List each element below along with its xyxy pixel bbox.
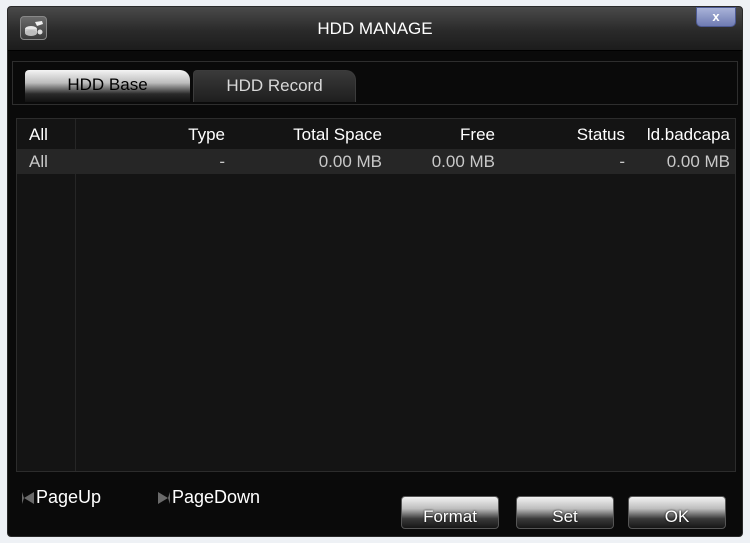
page-down-arrow-icon — [158, 492, 170, 505]
table-header-row: All Type Total Space Free Status ld.badc… — [17, 122, 735, 147]
header-total-space: Total Space — [293, 125, 382, 144]
cell-type: - — [219, 152, 225, 171]
header-free: Free — [460, 125, 495, 144]
cell-status: - — [619, 152, 625, 171]
tab-hdd-record[interactable]: HDD Record — [193, 70, 356, 102]
ok-button[interactable]: OK — [628, 496, 726, 529]
page-up-arrow-icon — [22, 492, 34, 505]
cell-total-space: 0.00 MB — [318, 152, 382, 171]
header-all[interactable]: All — [29, 125, 48, 145]
format-button[interactable]: Format — [401, 496, 499, 529]
cell-free: 0.00 MB — [431, 152, 495, 171]
set-button[interactable]: Set — [516, 496, 614, 529]
header-type: Type — [188, 125, 225, 144]
header-status: Status — [576, 125, 625, 144]
hdd-table: All Type Total Space Free Status ld.badc… — [16, 118, 736, 472]
close-button[interactable]: x — [696, 7, 736, 27]
tab-hdd-base[interactable]: HDD Base — [25, 70, 190, 102]
hdd-manage-dialog: HDD MANAGE x HDD Base HDD Record All Typ… — [7, 6, 743, 537]
table-row[interactable]: All - 0.00 MB 0.00 MB - 0.00 MB — [17, 149, 735, 174]
header-bad-capacity: ld.badcapa — [646, 125, 730, 144]
cell-bad-capacity: 0.00 MB — [666, 152, 730, 171]
tab-bar: HDD Base HDD Record — [12, 61, 738, 105]
title-bar[interactable]: HDD MANAGE x — [8, 7, 742, 51]
page-up-button[interactable]: PageUp — [22, 487, 101, 508]
page-down-button[interactable]: PageDown — [158, 487, 260, 508]
window-title: HDD MANAGE — [317, 19, 433, 38]
cell-all: All — [29, 152, 48, 171]
page-up-label: PageUp — [36, 487, 102, 507]
page-down-label: PageDown — [172, 487, 261, 507]
